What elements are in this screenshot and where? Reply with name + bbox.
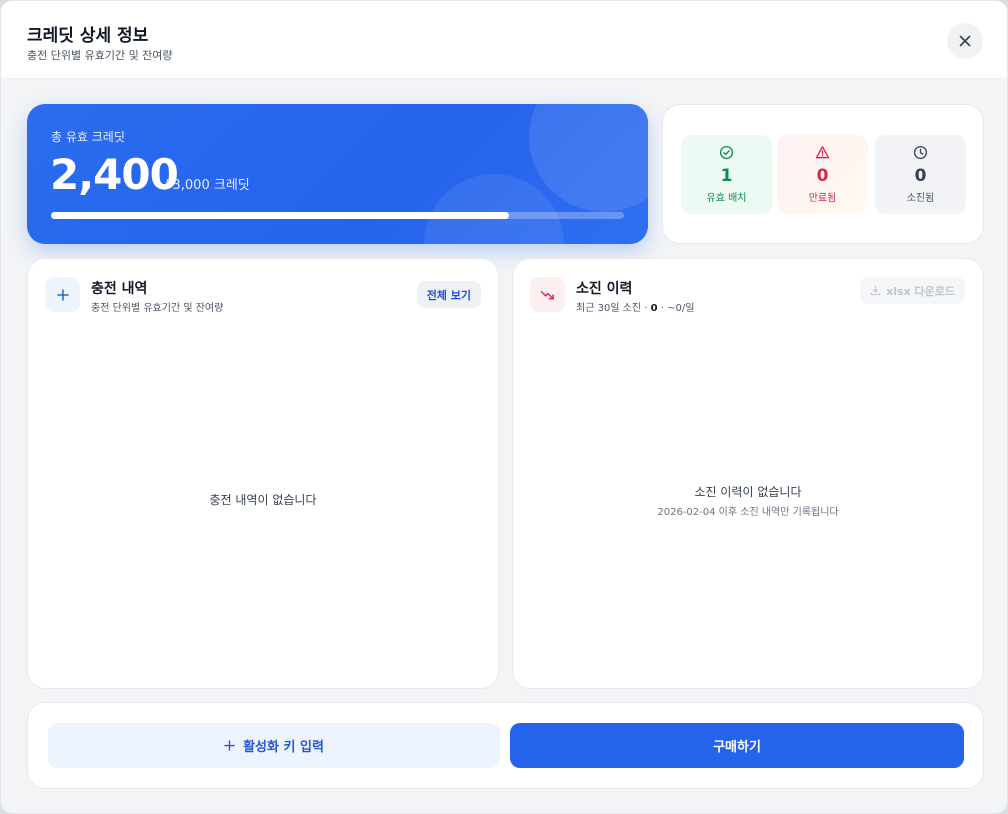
modal-header: 크레딧 상세 정보 충전 단위별 유효기간 및 잔여량: [1, 1, 1007, 79]
usage-per-day: · ~0/일: [660, 303, 695, 314]
modal-subtitle: 충전 단위별 유효기간 및 잔여량: [27, 49, 173, 62]
usage-subtitle-prefix: 최근 30일 소진 ·: [576, 303, 648, 314]
credit-stats-card: 1 유효 배치 0 만료됨 0 소진됨: [662, 104, 984, 244]
trending-down-icon: [540, 290, 554, 300]
download-icon: [870, 285, 881, 296]
view-all-button[interactable]: 전체 보기: [416, 281, 481, 308]
decorative-circle: [424, 174, 564, 244]
stat-valid-label: 유효 배치: [706, 193, 747, 204]
stat-used-value: 0: [914, 166, 927, 186]
decorative-circle: [529, 104, 648, 212]
stat-valid-value: 1: [720, 166, 733, 186]
usage-empty-note: 2026-02-04 이후 소진 내역만 기록됩니다: [657, 507, 839, 518]
plus-icon: [224, 740, 235, 751]
usage-recent-value: 0: [650, 303, 658, 314]
activation-key-button[interactable]: 활성화 키 입력: [48, 723, 500, 768]
charge-empty-message: 충전 내역이 없습니다: [209, 493, 317, 507]
stat-valid-batches: 1 유효 배치: [681, 135, 772, 214]
xlsx-download-label: xlsx 다운로드: [886, 284, 955, 298]
stat-expired-value: 0: [816, 166, 829, 186]
close-icon: [959, 35, 971, 47]
charge-history-subtitle: 충전 단위별 유효기간 및 잔여량: [91, 303, 224, 314]
xlsx-download-button[interactable]: xlsx 다운로드: [860, 277, 965, 304]
total-credit-amount: 2,400: [50, 150, 179, 199]
usage-empty-message: 소진 이력이 없습니다: [694, 485, 802, 499]
credit-progress-fill: [51, 212, 510, 219]
check-circle-icon: [719, 145, 734, 160]
usage-icon-badge: [530, 277, 565, 312]
total-credit-card: 총 유효 크레딧 2,400 / 3,000 크레딧: [27, 104, 648, 244]
stat-used-label: 소진됨: [906, 193, 935, 204]
credit-progress-bar: [51, 212, 624, 219]
warning-triangle-icon: [815, 146, 830, 159]
usage-history-panel: 소진 이력 최근 30일 소진 · 0 · ~0/일 xlsx 다운로드 소진 …: [512, 258, 984, 689]
purchase-button[interactable]: 구매하기: [510, 723, 964, 768]
stat-expired-label: 만료됨: [808, 193, 837, 204]
usage-history-subtitle: 최근 30일 소진 · 0 · ~0/일: [576, 299, 694, 314]
charge-history-title: 충전 내역: [91, 281, 148, 297]
clock-icon: [913, 145, 928, 160]
stat-used: 0 소진됨: [875, 135, 966, 214]
activation-key-label: 활성화 키 입력: [243, 740, 324, 755]
credit-detail-modal: 크레딧 상세 정보 충전 단위별 유효기간 및 잔여량 총 유효 크레딧 2,4…: [0, 0, 1008, 814]
stat-expired: 0 만료됨: [777, 135, 868, 214]
usage-history-title: 소진 이력: [576, 281, 633, 297]
charge-history-panel: 충전 내역 충전 단위별 유효기간 및 잔여량 전체 보기 충전 내역이 없습니…: [27, 258, 499, 689]
modal-footer: 활성화 키 입력 구매하기: [27, 702, 984, 789]
plus-icon: [56, 288, 69, 301]
modal-title: 크레딧 상세 정보: [27, 26, 149, 46]
total-credit-label: 총 유효 크레딧: [51, 130, 125, 144]
total-credit-capacity: / 3,000 크레딧: [164, 178, 250, 193]
close-button[interactable]: [947, 23, 983, 59]
charge-icon-badge: [45, 277, 80, 312]
